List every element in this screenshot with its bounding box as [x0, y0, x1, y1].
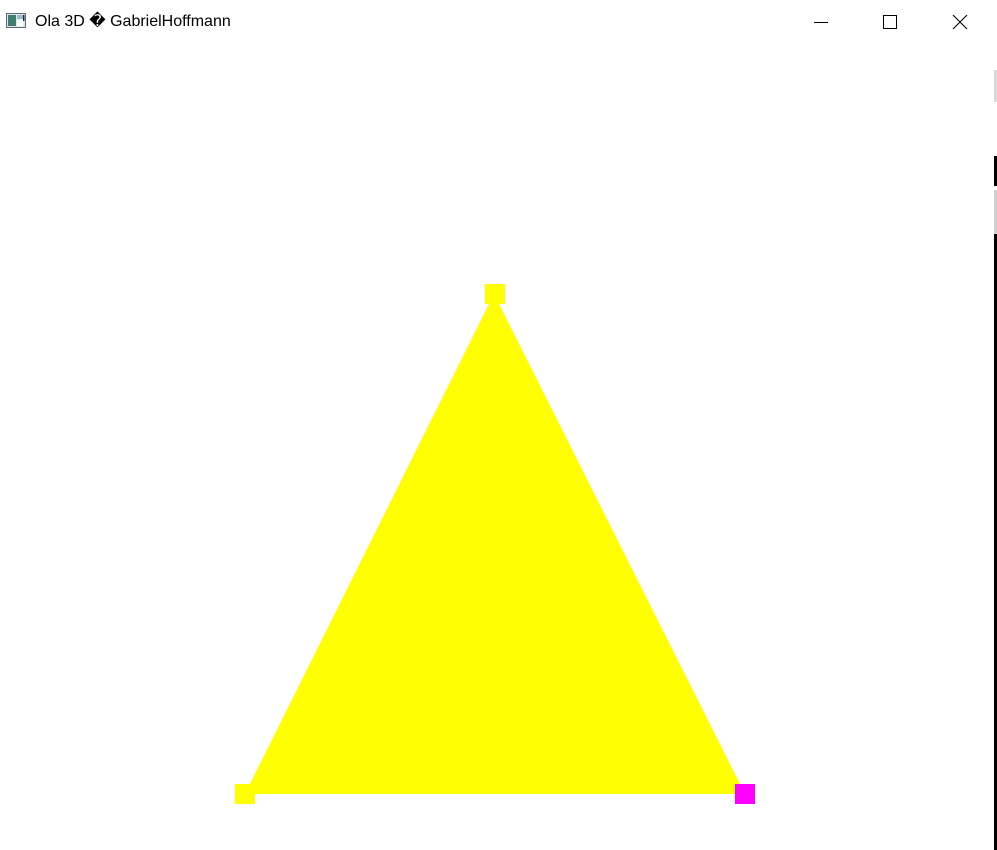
minimize-icon — [814, 22, 828, 23]
rendered-triangle — [245, 294, 745, 794]
render-canvas[interactable] — [0, 44, 997, 850]
window-app-icon — [6, 13, 26, 28]
maximize-button[interactable] — [867, 0, 913, 44]
close-icon — [952, 14, 968, 30]
window-title: Ola 3D � GabrielHoffmann — [35, 13, 231, 30]
minimize-button[interactable] — [798, 0, 844, 44]
maximize-icon — [883, 15, 897, 29]
title-bar[interactable]: Ola 3D � GabrielHoffmann — [0, 0, 997, 44]
top-vertex-marker — [485, 284, 505, 304]
close-button[interactable] — [937, 0, 983, 44]
app-window: Ola 3D � GabrielHoffmann — [0, 0, 997, 850]
bottom-left-vertex-marker — [235, 784, 255, 804]
bottom-right-vertex-marker — [735, 784, 755, 804]
